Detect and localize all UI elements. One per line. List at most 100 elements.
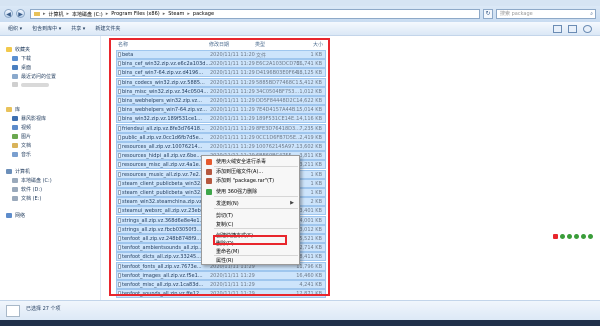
file-row[interactable]: friendsui_all.zip.vz.8fe3d76418... 2020/1…	[116, 123, 326, 133]
menu-item-rename[interactable]: 重命名(M)	[216, 248, 239, 255]
file-size: 1 KB	[310, 52, 322, 58]
help-icon[interactable]	[583, 24, 592, 33]
search-input[interactable]: 搜索 package ⌕	[496, 9, 596, 19]
back-button[interactable]: ◀	[4, 9, 13, 18]
file-icon	[118, 88, 121, 94]
file-name: tenfoot_dicts_all.zip.vz.33245...	[122, 254, 201, 261]
keyboard-icon[interactable]	[581, 234, 586, 239]
file-row[interactable]: bins_webhelpers_win7-64.zip.vz... 2020/11…	[116, 105, 326, 115]
sidebar-item-drive-c[interactable]: 本地磁盘 (C:)	[12, 177, 52, 184]
menu-item-force-delete[interactable]: 使用 360强力删除	[216, 188, 257, 195]
sidebar-item-recent[interactable]: 最近访问的位置	[12, 73, 56, 80]
new-folder-button[interactable]: 新建文件夹	[95, 25, 120, 32]
video-library-icon	[12, 116, 18, 121]
menu-item-scan[interactable]: 使用火绒安全进行杀毒	[216, 158, 266, 165]
sidebar-item-computer[interactable]: 计算机	[6, 168, 30, 175]
menu-item-send-to[interactable]: 发送到(N)	[216, 200, 239, 207]
taskbar	[0, 320, 600, 326]
search-placeholder: 搜索 package	[500, 11, 533, 17]
breadcrumb-item[interactable]: Steam	[168, 11, 184, 17]
menu-item-add-rar[interactable]: 添加到 "package.rar"(T)	[216, 177, 274, 184]
moon-icon[interactable]	[567, 234, 572, 239]
file-icon	[118, 61, 121, 67]
file-size: 12,871 KB	[296, 291, 322, 298]
breadcrumb-item[interactable]: package	[193, 11, 214, 17]
include-in-library-button[interactable]: 包含到库中 ▾	[32, 25, 61, 32]
file-size: 2,714 KB	[299, 245, 322, 252]
sidebar-item-music[interactable]: 音乐	[12, 151, 31, 158]
file-date: 2020/11/11 11:29	[210, 61, 255, 68]
sidebar-item-documents[interactable]: 文档	[12, 142, 31, 149]
sidebar-item-video[interactable]: 视频	[12, 124, 31, 131]
archive-icon	[206, 169, 212, 175]
breadcrumb-item[interactable]: 计算机	[49, 11, 64, 18]
sidebar-item-network[interactable]: 网络	[6, 212, 25, 219]
file-row[interactable]: bins_win32.zip.vz.189f531ce1... 2020/11/1…	[116, 114, 326, 124]
column-type-header[interactable]: 类型	[255, 41, 265, 48]
file-row[interactable]: tenfoot_misc_all.zip.vz.1ca83d... 2020/11…	[116, 280, 326, 289]
file-size: 1 KB	[310, 171, 322, 178]
sidebar-item-pictures[interactable]: 图片	[12, 133, 31, 140]
file-row[interactable]: bins_codecs_win32.zip.vz.5885... 2020/11/…	[116, 77, 326, 87]
file-icon	[118, 217, 121, 223]
menu-item-copy[interactable]: 复制(C)	[216, 221, 233, 228]
file-row[interactable]: public_all.zip.vz.0cc1d6fb7d5e... 2020/11…	[116, 132, 326, 142]
file-icon	[118, 226, 121, 232]
sidebar-item-library[interactable]: 库	[6, 106, 20, 113]
file-name: bins_cef_win32.zip.vz.e6c2a103d...	[122, 61, 211, 68]
column-size-header[interactable]: 大小	[313, 41, 323, 48]
file-date: 2020/11/11 11:20	[210, 52, 255, 58]
sidebar-item-drive-e[interactable]: 文档 (E:)	[12, 195, 41, 202]
file-row[interactable]: bins_cef_win7-64.zip.vz.d4196... 2020/11/…	[116, 68, 326, 78]
breadcrumb-item[interactable]: 本地磁盘 (C:)	[72, 11, 103, 18]
app-s-icon[interactable]	[553, 234, 558, 239]
file-icon	[118, 52, 121, 57]
menu-item-properties[interactable]: 属性(R)	[216, 257, 233, 264]
file-row[interactable]: bins_misc_win32.zip.vz.34c0504... 2020/11…	[116, 86, 326, 96]
forward-button[interactable]: ▶	[16, 9, 25, 18]
file-date: 2020/11/11 11:29	[210, 88, 255, 95]
sidebar-item-favorites[interactable]: 收藏夹	[6, 46, 30, 53]
input-method-icon[interactable]	[560, 234, 565, 239]
file-row[interactable]: bins_webhelpers_win32.zip.vz... 2020/11/1…	[116, 96, 326, 105]
command-toolbar: 组织 ▾ 包含到库中 ▾ 共享 ▾ 新建文件夹	[0, 22, 600, 36]
breadcrumb[interactable]: ▸ 计算机 ▸ 本地磁盘 (C:) ▸ Program Files (x86) …	[30, 9, 480, 19]
microphone-icon[interactable]	[574, 234, 579, 239]
file-row[interactable]: bins_cef_win32.zip.vz.e6c2a103d... 2020/1…	[116, 59, 326, 69]
sidebar-item-drive-d[interactable]: 软件 (D:)	[12, 186, 42, 193]
file-row[interactable]: beta 2020/11/11 11:20 文件 1 KB	[116, 50, 326, 59]
file-size: 7,235 KB	[299, 125, 322, 132]
breadcrumb-item[interactable]: Program Files (x86)	[111, 11, 159, 17]
sidebar-item-videos[interactable]: 暴风影视库	[12, 115, 46, 122]
view-options-icon[interactable]	[553, 24, 562, 33]
sidebar-item-blurred[interactable]	[12, 82, 49, 87]
file-type: 7E4D4157A44B...	[256, 107, 301, 114]
file-icon	[118, 282, 121, 287]
sidebar-item-desktop[interactable]: 桌面	[12, 64, 31, 71]
organize-button[interactable]: 组织 ▾	[8, 25, 22, 32]
file-icon	[118, 98, 121, 103]
file-size: 38,125 KB	[296, 70, 322, 77]
share-with-button[interactable]: 共享 ▾	[71, 25, 85, 32]
column-date-header[interactable]: 修改日期	[209, 41, 229, 48]
desktop-icon	[12, 65, 18, 70]
drive-icon	[12, 178, 18, 183]
column-name-header[interactable]: 名称	[118, 41, 128, 48]
menu-item-cut[interactable]: 剪切(T)	[216, 212, 233, 219]
file-row[interactable]: resources_all.zip.vz.10076214... 2020/11/…	[116, 142, 326, 151]
file-row[interactable]: tenfoot_sounds_all.zip.vz.ffe12... 2020/1…	[116, 289, 326, 299]
file-row[interactable]: tenfoot_images_all.zip.vz.f5e1... 2020/11…	[116, 270, 326, 280]
sidebar-item-downloads[interactable]: 下载	[12, 55, 31, 62]
file-icon	[118, 70, 121, 76]
highlight-box-delete	[213, 235, 287, 245]
search-icon: ⌕	[590, 11, 593, 17]
file-name: beta	[122, 52, 134, 58]
preview-pane-icon[interactable]	[568, 24, 577, 33]
file-name: tenfoot_images_all.zip.vz.f5e1...	[122, 272, 203, 279]
refresh-button[interactable]: ↻	[483, 9, 493, 19]
menu-item-add-archive[interactable]: 添加到压缩文件(A)...	[216, 168, 263, 175]
file-size: 1 KB	[310, 190, 322, 196]
star-icon	[6, 47, 12, 52]
user-icon[interactable]	[588, 234, 593, 239]
file-name: bins_webhelpers_win7-64.zip.vz...	[122, 107, 207, 114]
